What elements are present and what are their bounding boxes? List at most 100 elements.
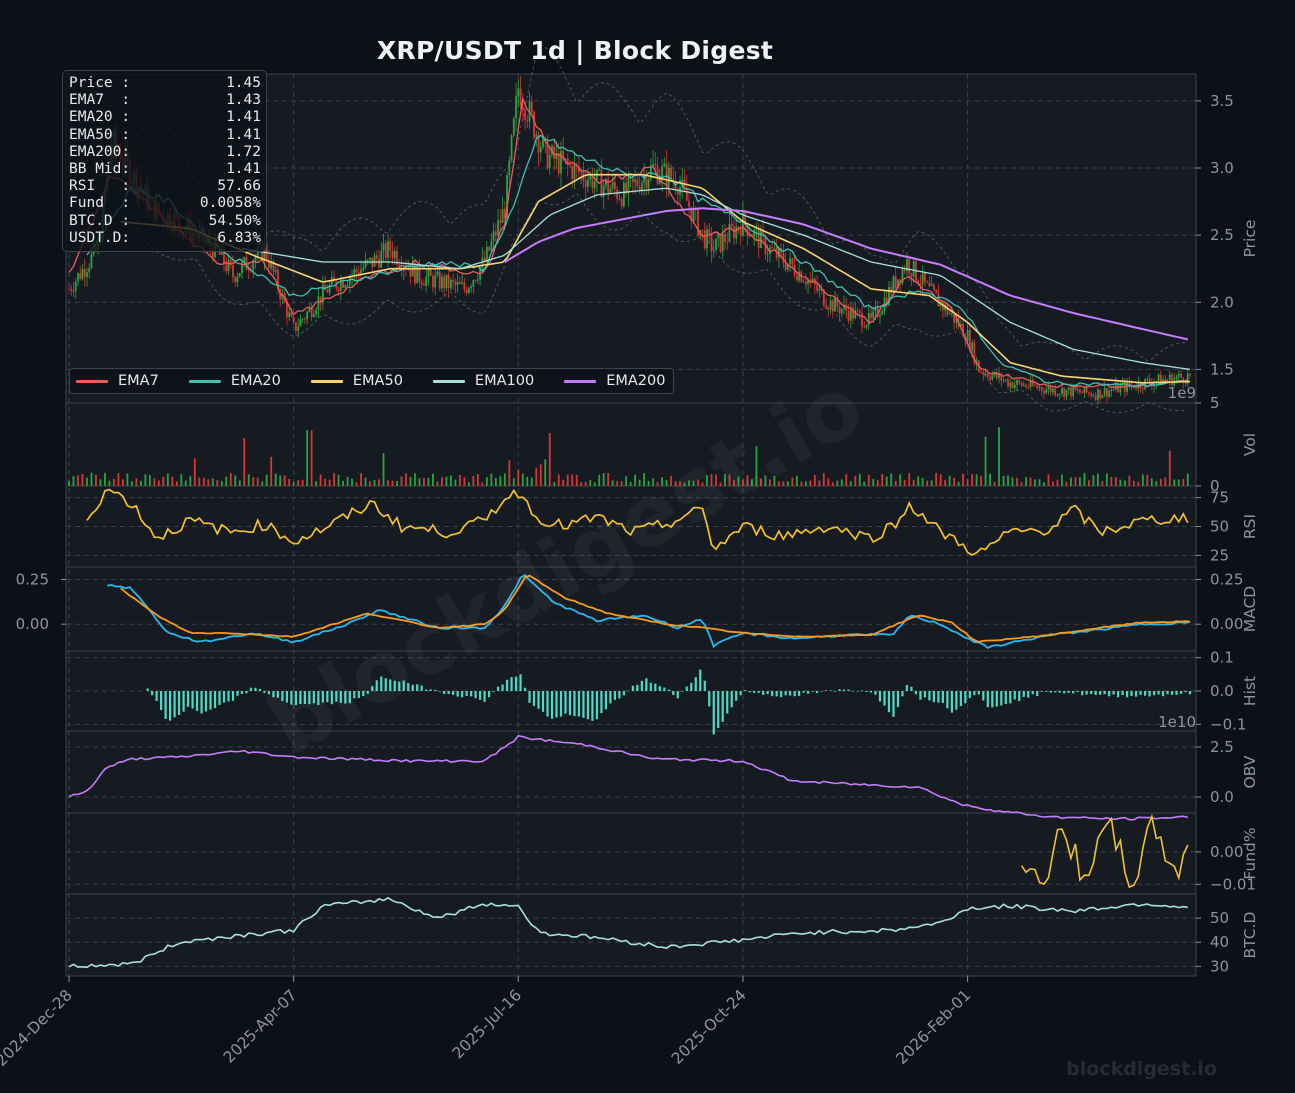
- candle-body: [991, 375, 994, 380]
- volume-bar: [1056, 479, 1059, 486]
- histogram-bar: [636, 684, 639, 691]
- candle-body: [802, 281, 805, 283]
- candle-body: [232, 265, 234, 278]
- histogram-bar: [627, 690, 630, 692]
- candle-body: [1067, 387, 1070, 390]
- histogram-bar: [514, 676, 518, 691]
- candle-body: [429, 269, 432, 276]
- candle-body: [986, 373, 989, 378]
- volume-bar: [423, 477, 425, 486]
- histogram-bar: [236, 691, 239, 696]
- candle-body: [517, 88, 520, 97]
- candle-body: [68, 288, 70, 290]
- volume-bar: [885, 476, 888, 486]
- histogram-bar: [694, 677, 697, 691]
- y-tick-label: 25: [1210, 546, 1229, 564]
- candle-body: [458, 281, 461, 284]
- volume-bar: [247, 474, 250, 486]
- candle-body: [1096, 389, 1099, 400]
- candle-body: [1047, 386, 1050, 390]
- obv-multiplier: 1e10: [1158, 713, 1196, 731]
- volume-bar: [1177, 479, 1180, 486]
- volume-bar: [131, 481, 133, 486]
- candle-body: [501, 209, 504, 223]
- legend-item: EMA50: [310, 373, 403, 389]
- candle-body: [755, 229, 758, 230]
- volume-bar: [81, 473, 84, 486]
- volume-bar: [912, 479, 915, 486]
- volume-bar: [494, 477, 497, 486]
- volume-bar: [530, 477, 533, 486]
- candle-body: [1144, 378, 1146, 389]
- histogram-bar: [798, 691, 801, 696]
- legend-label: EMA200: [606, 373, 666, 389]
- volume-bar: [876, 480, 879, 486]
- candle-body: [294, 322, 297, 331]
- histogram-bar: [245, 691, 248, 694]
- histogram-bar: [910, 686, 913, 691]
- candle-body: [378, 258, 380, 268]
- volume-bar: [526, 476, 529, 486]
- legend-label: EMA50: [352, 373, 403, 389]
- candle-body: [661, 166, 663, 179]
- volume-bar: [485, 477, 488, 486]
- info-value: 54.50%: [208, 212, 261, 229]
- histogram-bar: [191, 691, 194, 709]
- candle-body: [834, 297, 836, 312]
- candle-body: [411, 263, 414, 277]
- y-tick-label: 2.5: [1210, 226, 1234, 244]
- x-tick-label: 2024-Dec-28: [0, 986, 76, 1070]
- candle-body: [1065, 389, 1068, 397]
- histogram-bar: [712, 691, 715, 735]
- volume-bar: [598, 474, 601, 486]
- candle-body: [926, 281, 929, 283]
- candle-body: [548, 154, 551, 169]
- candle-body: [1088, 392, 1090, 394]
- candle-body: [497, 220, 499, 236]
- candle-body: [1027, 387, 1030, 388]
- histogram-bar: [1117, 691, 1120, 698]
- volume-bar: [1173, 479, 1176, 486]
- histogram-bar: [532, 691, 536, 706]
- candle-body: [717, 234, 720, 239]
- histogram-bar: [968, 691, 971, 699]
- candle-body: [760, 230, 762, 248]
- volume-bar: [333, 473, 335, 486]
- histogram-bar: [447, 691, 450, 695]
- histogram-bar: [1152, 691, 1156, 696]
- volume-bar: [1150, 478, 1153, 486]
- volume-bar: [1029, 477, 1032, 486]
- volume-bar: [472, 475, 475, 486]
- legend-label: EMA20: [230, 373, 281, 389]
- histogram-bar: [222, 691, 226, 703]
- histogram-bar: [923, 691, 927, 698]
- volume-bar: [548, 432, 551, 486]
- candle-body: [757, 229, 760, 248]
- candle-body: [438, 271, 441, 289]
- legend-swatch: [76, 379, 108, 383]
- candle-body: [418, 265, 421, 282]
- histogram-bar: [919, 691, 922, 700]
- candle-body: [1036, 385, 1039, 389]
- candle-body: [288, 312, 291, 318]
- histogram-bar: [582, 691, 585, 718]
- candle-body: [443, 276, 446, 289]
- candle-body: [474, 280, 477, 282]
- candle-body: [1103, 388, 1106, 396]
- volume-bar: [539, 464, 542, 486]
- volume-bar: [481, 482, 484, 486]
- volume-bar: [827, 478, 830, 486]
- histogram-bar: [151, 691, 154, 696]
- histogram-bar: [820, 690, 823, 692]
- volume-bar: [1114, 477, 1117, 486]
- volume-bar: [418, 478, 421, 486]
- volume-bar: [113, 478, 115, 486]
- volume-bar: [1007, 475, 1009, 486]
- volume-bar: [476, 474, 479, 486]
- volume-bar: [908, 473, 911, 486]
- candle-body: [721, 234, 724, 252]
- candle-body: [461, 282, 464, 284]
- candle-body: [647, 179, 650, 188]
- histogram-bar: [1076, 691, 1079, 693]
- volume-bar: [229, 472, 232, 486]
